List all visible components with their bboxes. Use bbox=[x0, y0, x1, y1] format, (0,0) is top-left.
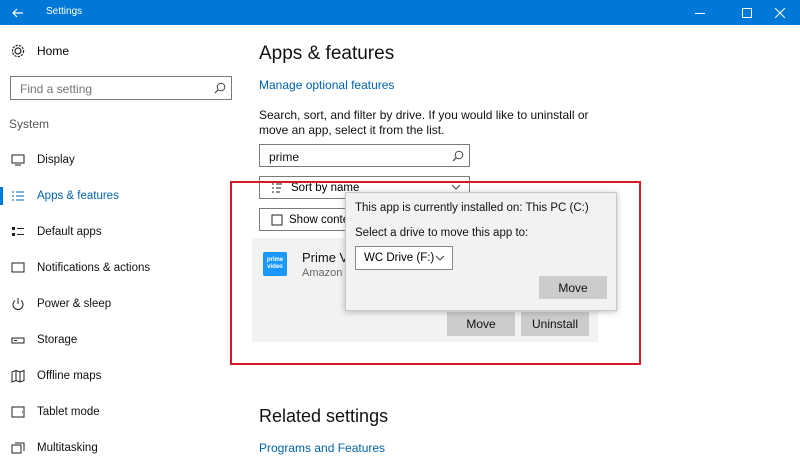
installed-location-text: This app is currently installed on: This… bbox=[355, 202, 589, 214]
title-bar: Settings bbox=[0, 0, 800, 25]
window-title: Settings bbox=[46, 6, 83, 17]
app-icon-text: video bbox=[267, 264, 283, 270]
storage-icon bbox=[11, 333, 25, 347]
filter-icon bbox=[271, 214, 283, 225]
move-app-popup: This app is currently installed on: This… bbox=[345, 192, 617, 311]
find-setting-input[interactable] bbox=[18, 80, 212, 98]
chevron-down-icon bbox=[435, 255, 445, 261]
sidebar-item-default-apps[interactable]: Default apps bbox=[11, 222, 102, 242]
home-nav[interactable]: Home bbox=[11, 44, 69, 58]
app-search-box[interactable] bbox=[259, 144, 470, 167]
notifications-icon bbox=[11, 261, 25, 275]
close-button[interactable] bbox=[760, 0, 800, 25]
chevron-down-icon bbox=[451, 184, 461, 190]
description-text: Search, sort, and filter by drive. If yo… bbox=[259, 108, 589, 137]
sidebar-item-multitasking[interactable]: Multitasking bbox=[11, 438, 98, 458]
home-label: Home bbox=[37, 44, 70, 58]
sidebar-item-label: Offline maps bbox=[37, 370, 102, 382]
sidebar-item-power-sleep[interactable]: Power & sleep bbox=[11, 294, 111, 314]
popup-move-button[interactable]: Move bbox=[539, 276, 607, 299]
apps-features-icon bbox=[11, 189, 25, 203]
prime-video-icon: prime video bbox=[263, 252, 287, 276]
display-icon bbox=[11, 153, 25, 167]
sidebar-item-storage[interactable]: Storage bbox=[11, 330, 77, 350]
selection-indicator bbox=[0, 187, 3, 205]
maximize-icon bbox=[742, 7, 752, 18]
map-icon bbox=[11, 369, 25, 383]
sidebar-item-tablet-mode[interactable]: Tablet mode bbox=[11, 402, 100, 422]
app-name: Prime V bbox=[302, 250, 349, 265]
sidebar-item-label: Default apps bbox=[37, 226, 102, 238]
minimize-button[interactable] bbox=[680, 0, 720, 25]
page-title: Apps & features bbox=[259, 43, 395, 64]
sidebar-item-label: Apps & features bbox=[37, 190, 119, 202]
sort-icon bbox=[272, 183, 282, 192]
sidebar-item-label: Storage bbox=[37, 334, 78, 346]
sidebar-item-label: Notifications & actions bbox=[37, 262, 151, 274]
app-search-input[interactable] bbox=[267, 148, 451, 166]
sidebar-item-offline-maps[interactable]: Offline maps bbox=[11, 366, 101, 386]
move-button[interactable]: Move bbox=[447, 312, 515, 336]
gear-icon bbox=[11, 44, 25, 58]
search-icon[interactable] bbox=[214, 82, 226, 94]
app-publisher: Amazon bbox=[302, 267, 343, 279]
sidebar-item-display[interactable]: Display bbox=[11, 150, 75, 170]
back-button[interactable] bbox=[0, 0, 36, 25]
select-drive-text: Select a drive to move this app to: bbox=[355, 227, 529, 239]
tablet-icon bbox=[11, 405, 25, 419]
drive-select[interactable]: WC Drive (F:) bbox=[355, 246, 453, 270]
close-icon bbox=[775, 7, 785, 18]
related-settings-title: Related settings bbox=[259, 406, 389, 426]
back-arrow-icon bbox=[12, 8, 23, 17]
search-icon[interactable] bbox=[452, 150, 464, 162]
sidebar-item-label: Tablet mode bbox=[37, 406, 100, 418]
sidebar-item-apps-features[interactable]: Apps & features bbox=[11, 186, 119, 206]
drive-select-value: WC Drive (F:) bbox=[364, 252, 435, 264]
sidebar-item-label: Display bbox=[37, 154, 75, 166]
programs-features-link[interactable]: Programs and Features bbox=[259, 441, 385, 455]
sidebar-item-label: Multitasking bbox=[37, 442, 98, 454]
section-label-system: System bbox=[9, 117, 50, 131]
default-apps-icon bbox=[11, 225, 25, 239]
multitasking-icon bbox=[11, 441, 25, 455]
sidebar-item-notifications[interactable]: Notifications & actions bbox=[11, 258, 150, 278]
power-icon bbox=[11, 297, 25, 311]
manage-optional-features-link[interactable]: Manage optional features bbox=[259, 78, 394, 92]
find-setting-box[interactable] bbox=[10, 76, 232, 100]
minimize-icon bbox=[695, 12, 705, 14]
app-icon-text: prime bbox=[266, 257, 284, 263]
uninstall-button[interactable]: Uninstall bbox=[521, 312, 589, 336]
sidebar-item-label: Power & sleep bbox=[37, 298, 112, 310]
filter-label: Show conte bbox=[289, 213, 350, 226]
